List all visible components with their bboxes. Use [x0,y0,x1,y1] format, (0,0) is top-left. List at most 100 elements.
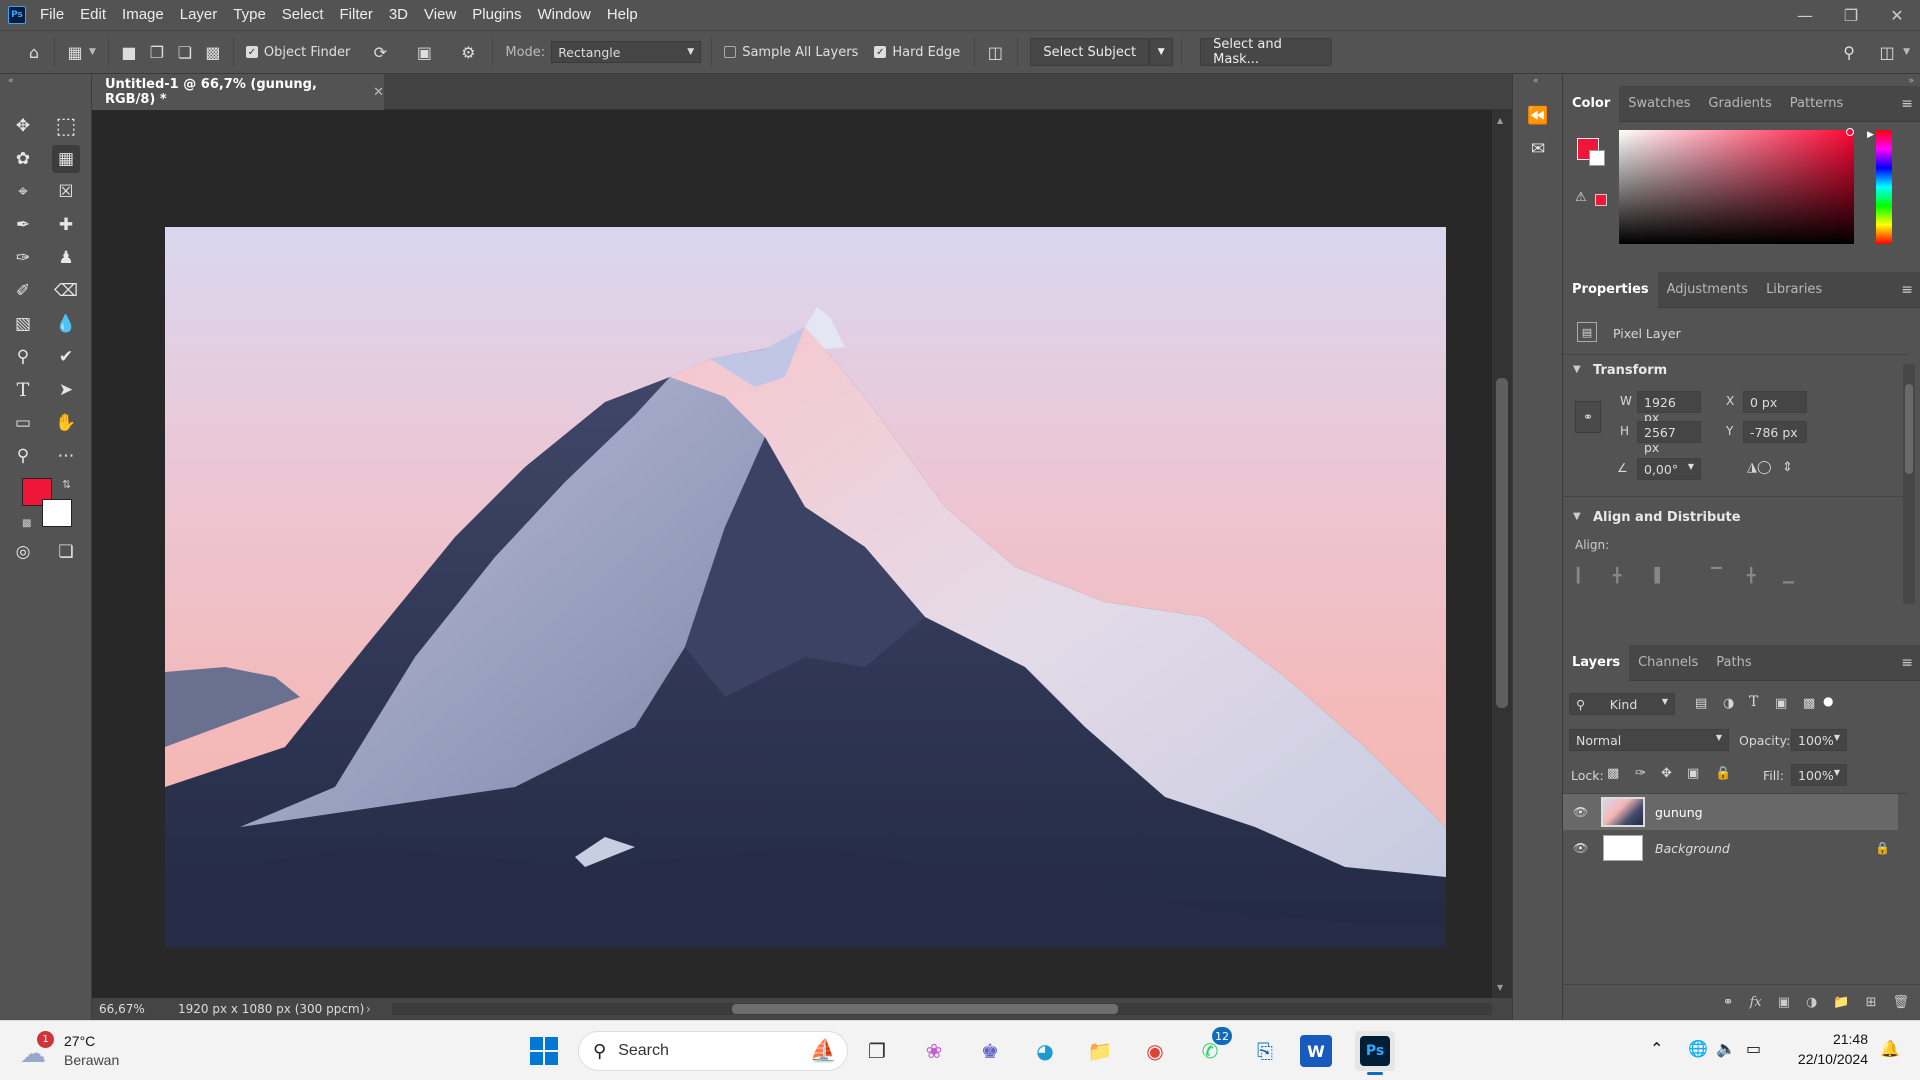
app-icon[interactable]: ⎘ [1245,1031,1285,1071]
notification-bell-icon[interactable]: 🔔 [1880,1039,1900,1058]
menu-view[interactable]: View [416,0,464,30]
healing-brush-tool-icon[interactable]: ✚ [52,211,80,239]
flip-vertical-icon[interactable]: ⇕ [1782,460,1793,475]
hue-slider[interactable] [1876,130,1892,244]
pen-tool-icon[interactable]: ✔ [52,343,80,371]
frame-tool-icon[interactable]: ☒ [52,178,80,206]
screen-mode-icon[interactable]: ❏ [52,538,80,566]
eyedropper-tool-icon[interactable]: ✒ [9,211,37,239]
task-view-icon[interactable]: ❐ [857,1031,897,1071]
show-all-objects-icon[interactable]: ▣ [410,38,438,66]
restore-button[interactable]: ❐ [1828,0,1874,30]
collapse-panel-icon[interactable]: « [8,76,14,86]
refresh-icon[interactable]: ⟳ [366,38,394,66]
taskbar-search-box[interactable]: ⚲ Search ⛵ [578,1031,848,1071]
quick-mask-icon[interactable]: ◎ [9,538,37,566]
warning-icon[interactable]: ⚠ [1575,190,1587,205]
menu-type[interactable]: Type [225,0,274,30]
chevron-up-icon[interactable]: ⌃ [1650,1039,1663,1058]
new-selection-icon[interactable]: ■ [115,38,143,66]
filter-pixel-icon[interactable]: ▤ [1695,696,1707,711]
tab-patterns[interactable]: Patterns [1781,86,1853,122]
layer-filter-kind-dropdown[interactable]: ⚲ Kind ▼ [1569,693,1675,715]
tab-paths[interactable]: Paths [1707,645,1760,681]
copilot-icon[interactable]: ❀ [914,1031,954,1071]
gamut-color-swatch[interactable] [1595,194,1607,206]
object-selection-tool-preset-icon[interactable]: ▦ [61,38,89,66]
photoshop-logo[interactable]: Ps [8,6,26,24]
history-brush-tool-icon[interactable]: ✐ [9,277,37,305]
lock-position-icon[interactable]: ✥ [1661,766,1672,781]
tab-adjustments[interactable]: Adjustments [1658,272,1757,308]
new-layer-icon[interactable]: ⊞ [1866,995,1877,1010]
menu-window[interactable]: Window [529,0,598,30]
select-and-mask-button[interactable]: Select and Mask... [1200,37,1333,67]
subtract-selection-icon[interactable]: ❏ [171,38,199,66]
expand-panel-icon[interactable]: » [1908,76,1914,86]
tab-gradients[interactable]: Gradients [1699,86,1780,122]
weather-widget[interactable]: ☁ 1 [18,1031,54,1069]
battery-icon[interactable]: ▭ [1746,1039,1761,1058]
clock-time[interactable]: 21:48 [1784,1031,1868,1047]
filter-adjustment-icon[interactable]: ◑ [1723,696,1734,711]
history-panel-icon[interactable]: ⏪ [1524,102,1552,130]
add-selection-icon[interactable]: ❐ [143,38,171,66]
lock-all-icon[interactable]: 🔒 [1715,766,1731,781]
tab-swatches[interactable]: Swatches [1619,86,1699,122]
height-field[interactable]: 2567 px [1637,421,1701,455]
link-layers-icon[interactable]: ⚭ [1723,995,1734,1010]
visibility-eye-icon[interactable]: 👁 [1573,805,1593,819]
visibility-eye-icon[interactable]: 👁 [1573,841,1593,855]
photoshop-taskbar-button[interactable]: Ps [1355,1031,1395,1075]
rectangle-tool-icon[interactable]: ▭ [9,409,37,437]
minimize-button[interactable]: — [1782,0,1828,30]
properties-scroll-thumb[interactable] [1905,384,1913,474]
menu-filter[interactable]: Filter [332,0,381,30]
select-subject-button[interactable]: Select Subject [1030,38,1150,66]
whatsapp-icon[interactable]: ✆ 12 [1190,1027,1232,1071]
clone-stamp-tool-icon[interactable]: ♟ [52,244,80,272]
transform-title[interactable]: Transform [1593,363,1667,378]
align-right-icon[interactable]: ▐ [1649,568,1660,584]
layer-row-gunung[interactable]: 👁 gunung [1563,794,1898,830]
network-icon[interactable]: 🌐 [1688,1039,1708,1058]
marquee-tool-icon[interactable]: ⬚ [52,112,80,140]
menu-edit[interactable]: Edit [72,0,114,30]
mode-dropdown[interactable]: Rectangle ▼ [551,41,702,63]
properties-scrollbar[interactable] [1903,364,1915,604]
more-tools-icon[interactable]: ⋯ [52,442,80,470]
filter-shape-icon[interactable]: ▣ [1775,696,1787,711]
clock-date[interactable]: 22/10/2024 [1784,1051,1868,1067]
adjustment-layer-icon[interactable]: ◑ [1806,995,1817,1010]
filter-type-icon[interactable]: T [1749,694,1758,710]
chevron-down-icon[interactable]: ▼ [89,47,96,57]
add-mask-icon[interactable]: ▣ [1778,995,1790,1010]
menu-plugins[interactable]: Plugins [464,0,529,30]
tab-layers[interactable]: Layers [1563,644,1630,681]
brush-tool-icon[interactable]: ✑ [9,244,37,272]
object-selection-tool-icon[interactable]: ▦ [52,145,80,173]
menu-file[interactable]: File [32,0,72,30]
color-panel-background-swatch[interactable] [1589,150,1605,166]
chrome-icon[interactable]: ◉ [1135,1031,1175,1071]
layer-name[interactable]: Background [1655,841,1730,856]
comments-panel-icon[interactable]: ✉ [1524,135,1552,163]
color-picker-field[interactable] [1619,130,1854,244]
menu-3d[interactable]: 3D [381,0,416,30]
horizontal-scroll-thumb[interactable] [732,1004,1118,1014]
panel-menu-icon[interactable]: ≡ [1901,96,1913,112]
lock-transparent-pixels-icon[interactable]: ▩ [1607,766,1619,781]
hand-tool-icon[interactable]: ✋ [52,409,80,437]
layer-lock-icon[interactable]: 🔒 [1875,841,1890,855]
angle-field[interactable]: 0,00° ▼ [1637,458,1701,480]
align-left-icon[interactable]: ▎ [1577,568,1588,584]
sample-all-layers-checkbox[interactable]: Sample All Layers [724,45,858,60]
gear-icon[interactable]: ⚙ [454,38,482,66]
new-group-icon[interactable]: 📁 [1833,995,1849,1010]
lock-image-pixels-icon[interactable]: ✑ [1635,766,1646,781]
object-finder-checkbox[interactable]: ✓ Object Finder [245,45,350,60]
tab-color[interactable]: Color [1563,85,1620,122]
zoom-tool-icon[interactable]: ⚲ [9,442,37,470]
weather-description[interactable]: Berawan [64,1052,119,1068]
layer-name[interactable]: gunung [1655,805,1703,820]
